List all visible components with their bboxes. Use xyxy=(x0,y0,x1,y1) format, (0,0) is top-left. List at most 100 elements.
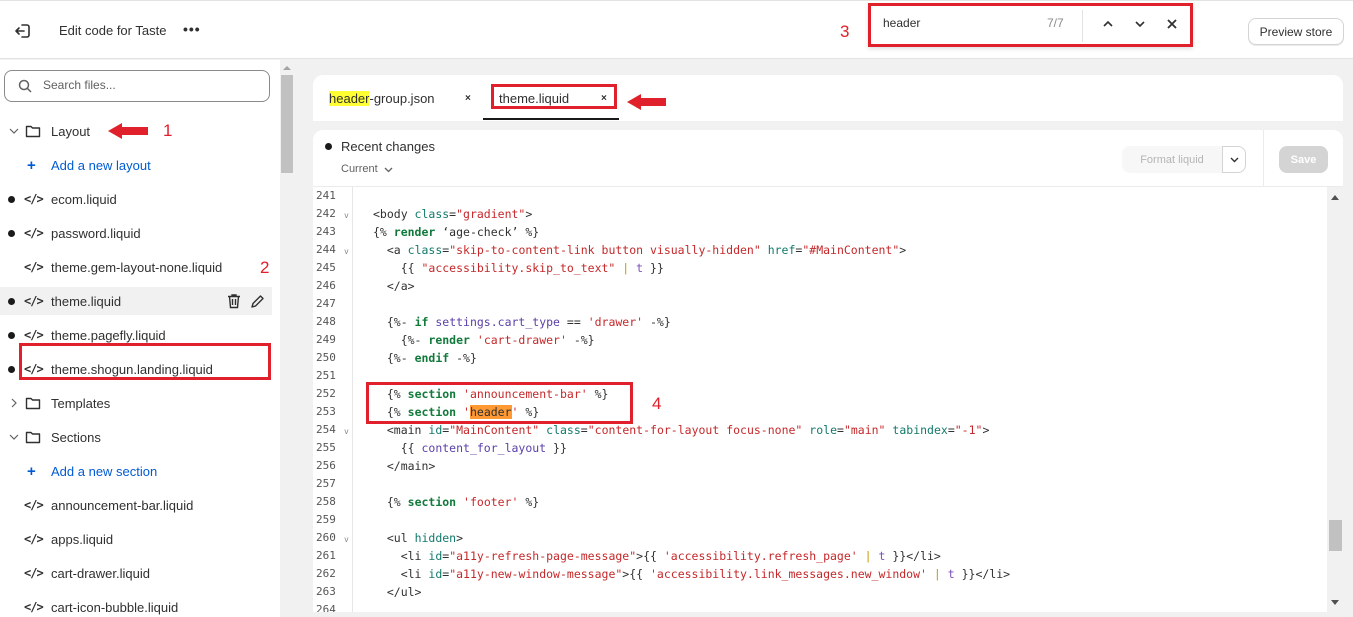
code-text: {%- endif -%} xyxy=(386,351,477,365)
code-scroll-thumb[interactable] xyxy=(1329,520,1342,551)
folder-label: Templates xyxy=(51,395,111,411)
code-text: {{ "accessibility.skip_to_text" | t }} xyxy=(400,261,664,275)
find-previous-button[interactable] xyxy=(1097,13,1119,35)
file-label: theme.gem-layout-none.liquid xyxy=(51,259,223,275)
code-line[interactable]: 264 xyxy=(313,601,1327,612)
sidebar-scroll-thumb[interactable] xyxy=(281,75,293,173)
code-line[interactable]: 262 <li id="a11y-new-window-message">{{ … xyxy=(313,565,1327,583)
line-number: 248 xyxy=(316,315,336,328)
code-text: <ul hidden> xyxy=(386,531,464,545)
code-line[interactable]: 259 xyxy=(313,511,1327,529)
format-liquid-button[interactable]: Format liquid xyxy=(1122,146,1222,173)
modified-dot-icon xyxy=(8,331,15,339)
line-number: 249 xyxy=(316,333,336,346)
scroll-up-arrow-icon[interactable] xyxy=(283,66,291,70)
folder-templates[interactable]: Templates xyxy=(0,389,272,417)
code-text: {{ content_for_layout }} xyxy=(400,441,567,455)
add-link-label: Add a new section xyxy=(51,463,158,479)
trash-icon[interactable] xyxy=(227,293,241,309)
chevron-down-icon[interactable] xyxy=(9,126,19,136)
code-text: {% section 'footer' %} xyxy=(386,495,540,509)
version-select[interactable]: Current xyxy=(341,163,393,175)
find-next-button[interactable] xyxy=(1129,13,1151,35)
file-apps-liquid[interactable]: </> apps.liquid xyxy=(0,525,272,553)
line-number: 258 xyxy=(316,495,336,508)
code-line[interactable]: 250 {%- endif -%} xyxy=(313,349,1327,367)
annotation-4: 4 xyxy=(652,394,662,413)
code-line[interactable]: 258 {% section 'footer' %} xyxy=(313,493,1327,511)
code-line[interactable]: 241 xyxy=(313,187,1327,205)
exit-icon[interactable] xyxy=(13,21,33,41)
file-theme-gem-layout-none-liquid[interactable]: </> theme.gem-layout-none.liquid xyxy=(0,253,272,281)
code-line[interactable]: 255 {{ content_for_layout }} xyxy=(313,439,1327,457)
line-number: 263 xyxy=(316,585,336,598)
tab-header-group-json[interactable]: header -group.json × xyxy=(329,75,479,121)
file-ecom-liquid[interactable]: </> ecom.liquid xyxy=(0,185,272,213)
file-cart-icon-bubble-liquid[interactable]: </> cart-icon-bubble.liquid xyxy=(0,593,272,617)
code-line[interactable]: 260 v <ul hidden> xyxy=(313,529,1327,547)
line-number: 255 xyxy=(316,441,336,454)
top-bar: Edit code for Taste ••• 7/7 3 Preview st… xyxy=(0,0,1353,59)
code-file-icon: </> xyxy=(24,226,44,240)
line-number: 262 xyxy=(316,567,336,580)
chevron-up-icon xyxy=(1103,20,1113,27)
code-line[interactable]: 249 {%- render 'cart-drawer' -%} xyxy=(313,331,1327,349)
code-line[interactable]: 248 {%- if settings.cart_type == 'drawer… xyxy=(313,313,1327,331)
annotation-1: 1 xyxy=(163,121,173,140)
save-button[interactable]: Save xyxy=(1279,146,1328,173)
add-add-a-new-layout[interactable]: + Add a new layout xyxy=(0,151,272,179)
code-text: <li id="a11y-new-window-message">{{ 'acc… xyxy=(400,567,1011,581)
close-tab-icon[interactable]: × xyxy=(465,93,471,104)
annotation-3: 3 xyxy=(840,22,850,41)
chevron-down-icon[interactable] xyxy=(9,432,19,442)
folder-sections[interactable]: Sections xyxy=(0,423,272,451)
annotation-arrow-tab xyxy=(627,94,666,110)
search-icon xyxy=(18,79,32,93)
annotation-2: 2 xyxy=(260,258,270,277)
modified-dot-icon xyxy=(8,365,15,373)
code-line[interactable]: 244 v <a class="skip-to-content-link butt… xyxy=(313,241,1327,259)
line-number: 261 xyxy=(316,549,336,562)
sidebar-scrollbar[interactable] xyxy=(280,60,294,617)
line-number: 253 xyxy=(316,405,336,418)
code-file-icon: </> xyxy=(24,566,44,580)
scroll-down-arrow-icon[interactable] xyxy=(1331,600,1339,605)
add-add-a-new-section[interactable]: + Add a new section xyxy=(0,457,272,485)
code-file-icon: </> xyxy=(24,192,44,206)
annotation-box-4 xyxy=(366,382,633,424)
scroll-up-arrow-icon[interactable] xyxy=(1331,195,1339,200)
chevron-down-icon xyxy=(1230,157,1238,163)
file-announcement-bar-liquid[interactable]: </> announcement-bar.liquid xyxy=(0,491,272,519)
editor-header: Recent changes Current Format liquid Sav… xyxy=(313,130,1343,187)
file-theme-liquid[interactable]: </> theme.liquid xyxy=(0,287,272,315)
find-input[interactable] xyxy=(883,16,1033,30)
code-line[interactable]: 257 xyxy=(313,475,1327,493)
file-sidebar: Layout+Add a new layout</>ecom.liquid</>… xyxy=(0,60,280,617)
chevron-down-icon xyxy=(1135,21,1145,28)
search-files-box xyxy=(4,70,270,102)
code-line[interactable]: 243 {% render ‘age-check’ %} xyxy=(313,223,1327,241)
find-close-button[interactable] xyxy=(1161,13,1183,35)
more-options-icon[interactable]: ••• xyxy=(183,21,201,37)
code-line[interactable]: 247 xyxy=(313,295,1327,313)
code-line[interactable]: 242 v <body class="gradient"> xyxy=(313,205,1327,223)
folder-label: Sections xyxy=(51,429,101,445)
line-number: 251 xyxy=(316,369,336,382)
line-number: 250 xyxy=(316,351,336,364)
pencil-icon[interactable] xyxy=(250,294,265,309)
file-password-liquid[interactable]: </> password.liquid xyxy=(0,219,272,247)
preview-store-button[interactable]: Preview store xyxy=(1248,18,1344,45)
code-line[interactable]: 245 {{ "accessibility.skip_to_text" | t … xyxy=(313,259,1327,277)
code-line[interactable]: 246 </a> xyxy=(313,277,1327,295)
format-options-dropdown[interactable] xyxy=(1222,146,1246,173)
code-text: </a> xyxy=(386,279,415,293)
code-line[interactable]: 261 <li id="a11y-refresh-page-message">{… xyxy=(313,547,1327,565)
search-files-input[interactable] xyxy=(43,78,253,92)
code-scrollbar[interactable] xyxy=(1327,187,1343,612)
code-line[interactable]: 263 </ul> xyxy=(313,583,1327,601)
chevron-right-icon[interactable] xyxy=(9,398,19,408)
file-cart-drawer-liquid[interactable]: </> cart-drawer.liquid xyxy=(0,559,272,587)
code-text: {%- if settings.cart_type == 'drawer' -%… xyxy=(386,315,671,329)
code-line[interactable]: 256 </main> xyxy=(313,457,1327,475)
annotation-box-tab xyxy=(491,84,617,109)
